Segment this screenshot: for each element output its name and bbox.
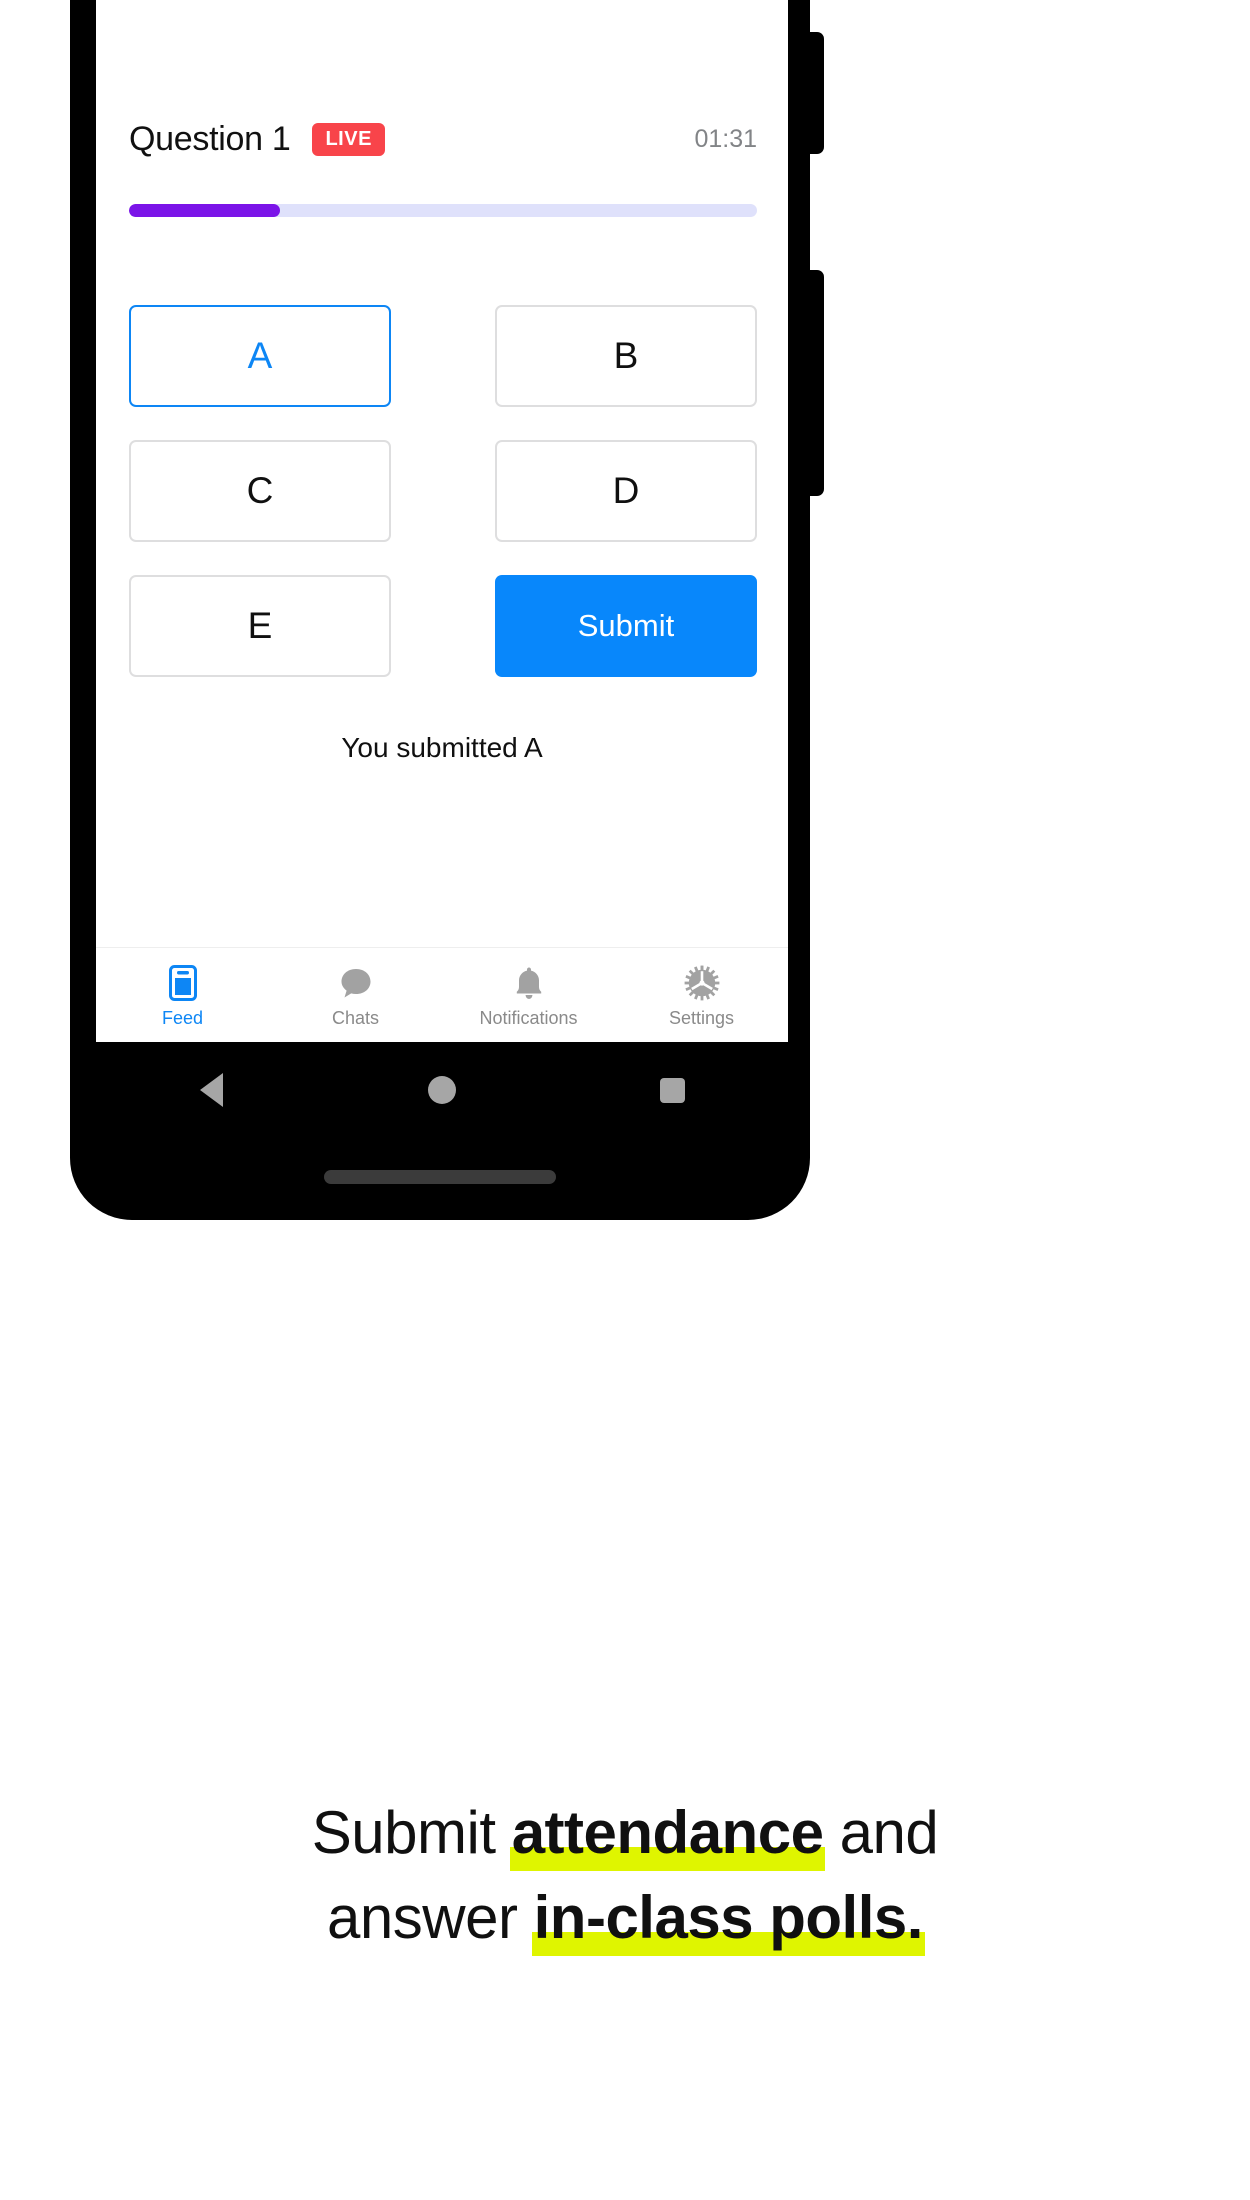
feed-device-icon [168,964,197,1002]
option-d-label: D [612,470,640,511]
system-home-button[interactable] [327,1076,558,1104]
nav-label-chats: Chats [331,1007,380,1028]
nav-item-feed[interactable]: Feed [96,948,269,1042]
option-c-label: C [246,470,274,511]
option-button-a[interactable]: A [129,305,391,407]
submitted-status-text: You submitted A [341,732,543,763]
live-status-badge: LIVE [312,122,385,156]
option-button-b[interactable]: B [495,305,757,407]
option-button-c[interactable]: C [129,440,391,542]
gear-icon [684,964,720,1002]
nav-item-chats[interactable]: Chats [269,948,442,1042]
bell-icon [513,964,545,1002]
system-back-button[interactable] [96,1073,327,1107]
nav-label-settings: Settings [668,1007,735,1028]
question-title: Question 1 [129,119,291,158]
volume-rocker-button[interactable] [808,32,824,154]
option-button-d[interactable]: D [495,440,757,542]
question-timer: 01:31 [694,124,757,153]
answer-options-grid: A B C D E Submit [129,305,757,677]
submit-button-label: Submit [577,608,675,643]
option-button-e[interactable]: E [129,575,391,677]
caption-line1-prefix: Submit [311,1799,512,1866]
chat-bubble-icon [339,964,373,1002]
nav-item-notifications[interactable]: Notifications [442,948,615,1042]
home-indicator-bar[interactable] [324,1170,556,1184]
caption-line2-prefix: answer [327,1884,534,1952]
power-button[interactable] [808,270,824,496]
recents-square-icon [660,1077,686,1103]
marketing-caption: Submit attendance and answer in-class po… [0,1790,1250,1960]
nav-item-settings[interactable]: Settings [615,948,788,1042]
caption-line1-highlight: attendance [509,1790,826,1875]
caption-line-2: answer in-class polls. [0,1875,1250,1960]
bottom-navigation-bar: Feed Chats Notifications Settings [96,947,788,1042]
option-e-label: E [247,605,273,646]
submit-button[interactable]: Submit [495,575,757,677]
back-triangle-icon [199,1073,223,1107]
android-system-nav-bar [96,1042,788,1138]
caption-line-1: Submit attendance and [0,1790,1250,1875]
caption-line2-highlight: in-class polls. [531,1875,926,1960]
option-b-label: B [613,335,639,376]
home-circle-icon [428,1076,456,1104]
question-progress-fill [129,204,280,217]
phone-device-frame: Polling Backchannel Question 1 LIVE 01:3… [70,0,824,1220]
system-recents-button[interactable] [557,1077,788,1103]
option-a-label: A [247,335,273,376]
question-progress-bar [129,204,757,217]
phone-screen: Polling Backchannel Question 1 LIVE 01:3… [96,0,788,1042]
nav-label-notifications: Notifications [479,1007,578,1028]
nav-label-feed: Feed [161,1007,204,1028]
question-header: Question 1 LIVE 01:31 [129,116,757,162]
caption-line1-suffix: and [823,1799,939,1866]
